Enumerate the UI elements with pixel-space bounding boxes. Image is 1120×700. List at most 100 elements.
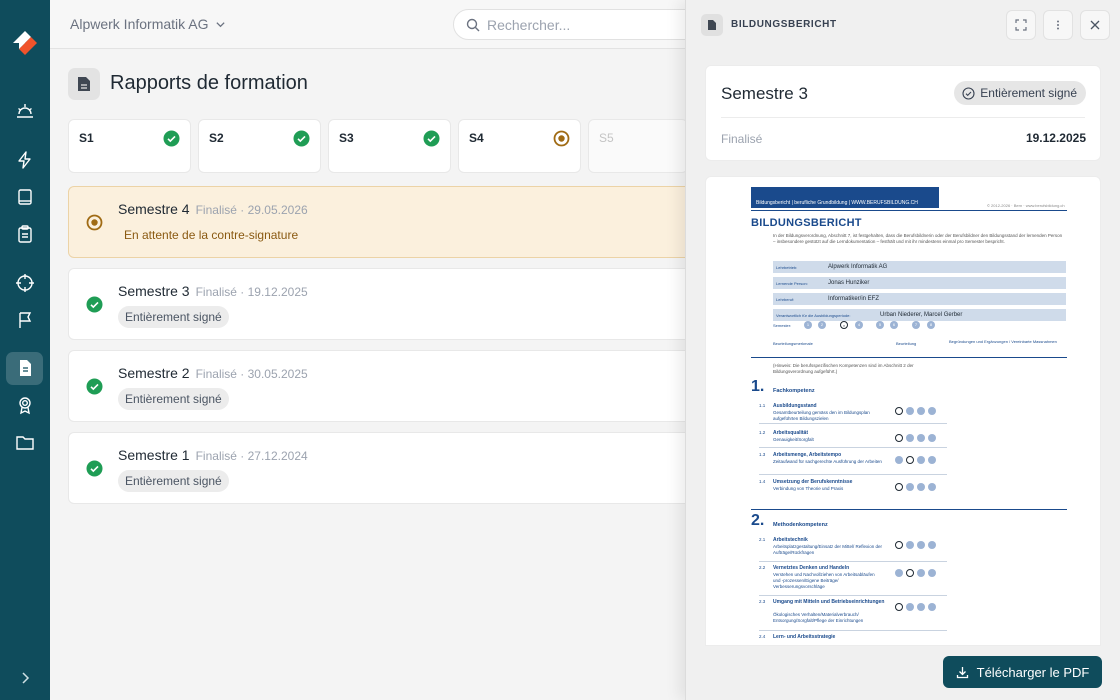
doc-item-title: Arbeitstechnik (773, 537, 808, 543)
award-icon[interactable] (13, 393, 37, 417)
app-logo-icon[interactable] (11, 29, 39, 57)
book-icon[interactable] (13, 185, 37, 209)
doc-column-header: Beurteilung (896, 341, 917, 346)
report-name: Semestre 3 (118, 283, 190, 299)
doc-rule (751, 509, 1067, 510)
tab-s1[interactable]: S1 (68, 119, 191, 173)
tab-s2[interactable]: S2 (198, 119, 321, 173)
doc-item-rule (759, 595, 947, 596)
sunrise-icon[interactable] (13, 99, 37, 123)
drawer-semester: Semestre 3 (721, 84, 808, 103)
target-icon[interactable] (13, 271, 37, 295)
doc-item-sub: Verstehen und Nachvollziehen von Arbeits… (773, 572, 875, 589)
status-badge: Entièrement signé (118, 388, 229, 410)
drawer-icon (701, 14, 723, 36)
expand-button[interactable] (1006, 10, 1036, 40)
doc-field-value: Informatiker/in EFZ (828, 296, 880, 302)
doc-intro: In der Bildungsverordnung, Abschnitt 7, … (773, 233, 1063, 244)
doc-semester-label: Semester: (773, 323, 792, 328)
report-card-semester-2[interactable]: Semestre 2 Finalisé · 30.05.2025 Entièrem… (68, 350, 708, 422)
clipboard-icon[interactable] (13, 222, 37, 246)
doc-item-sub: Genauigkeit/Sorgfalt (773, 437, 814, 442)
pending-circle-icon (86, 214, 103, 231)
report-title: Semestre 4 Finalisé · 29.05.2026 (118, 201, 308, 217)
doc-item-sub: Verbindung von Theorie und Praxis (773, 486, 844, 491)
tab-label: S5 (599, 131, 614, 145)
doc-field-lehrbetrieb: Lehrbetrieb: Alpwerk Informatik AG (773, 261, 1066, 273)
doc-semester-dot: 2 (818, 321, 826, 329)
doc-field-lernende: Lernende Person: Jonas Hunziker (773, 277, 1066, 289)
folder-icon[interactable] (13, 430, 37, 454)
report-status: En attente de la contre-signature (124, 228, 299, 242)
report-card-semester-4[interactable]: Semestre 4 Finalisé · 29.05.2026 En atten… (68, 186, 708, 258)
doc-item-title: Arbeitsqualität (773, 430, 809, 436)
doc-rating (895, 569, 943, 579)
report-drawer: BILDUNGSBERICHT Semestre 3 Entièrement s… (685, 0, 1120, 700)
pdf-preview[interactable]: Bildungsbericht | berufliche Grundbildun… (705, 176, 1101, 646)
org-switcher[interactable]: Alpwerk Informatik AG (70, 16, 226, 32)
more-button[interactable] (1043, 10, 1073, 40)
chevron-right-icon[interactable] (17, 670, 33, 686)
doc-header-bar: Bildungsbericht | berufliche Grundbildun… (751, 187, 939, 208)
doc-rule (751, 357, 1067, 358)
tab-label: S3 (339, 131, 354, 145)
doc-rating (895, 434, 943, 444)
doc-field-label: Lehrbetrieb: (776, 265, 798, 270)
report-meta: Finalisé · 19.12.2025 (195, 285, 308, 299)
document-icon[interactable] (13, 356, 37, 380)
doc-item-number: 2.3 (759, 599, 766, 604)
report-card-semester-1[interactable]: Semestre 1 Finalisé · 27.12.2024 Entièrem… (68, 432, 708, 504)
report-card-semester-3[interactable]: Semestre 3 Finalisé · 19.12.2025 Entièrem… (68, 268, 708, 340)
drawer-title: BILDUNGSBERICHT (731, 19, 837, 30)
doc-semester-dot: 7 (912, 321, 920, 329)
doc-section-title: Methodenkompetenz (773, 522, 828, 528)
tab-label: S4 (469, 131, 484, 145)
check-circle-icon (163, 130, 180, 147)
expand-icon (1015, 19, 1027, 31)
check-circle-icon (86, 378, 103, 395)
doc-rating (895, 456, 943, 466)
download-label: Télécharger le PDF (976, 664, 1090, 680)
document-icon (78, 77, 90, 91)
check-circle-outline-icon (962, 86, 975, 100)
doc-rating (895, 541, 943, 551)
tab-s3[interactable]: S3 (328, 119, 451, 173)
check-circle-icon (423, 130, 440, 147)
tab-s5[interactable]: S5 (588, 119, 688, 173)
doc-item-title: Arbeitsmenge, Arbeitstempo (773, 452, 842, 458)
report-summary-card: Semestre 3 Entièrement signé Finalisé 19… (705, 65, 1101, 161)
org-name: Alpwerk Informatik AG (70, 16, 209, 32)
check-circle-icon (86, 296, 103, 313)
page-title: Rapports de formation (110, 72, 308, 94)
doc-column-header: Beurteilungsmerkmale (773, 341, 813, 346)
doc-field-label: Lernende Person: (776, 281, 808, 286)
doc-item-title: Vernetztes Denken und Handeln (773, 565, 850, 571)
doc-rule (751, 210, 1067, 211)
status-badge: Entièrement signé (118, 470, 229, 492)
doc-item-number: 1.2 (759, 430, 766, 435)
download-icon (956, 666, 968, 678)
doc-field-value: Alpwerk Informatik AG (828, 264, 888, 270)
doc-item-sub: Ökologisches Verhalten/Materialverbrauch… (773, 612, 864, 623)
doc-copyright: © 2012-2026 · Bern · www.berufsbildung.c… (987, 203, 1065, 208)
close-button[interactable] (1080, 10, 1110, 40)
doc-semester-dot-selected: × (840, 321, 848, 329)
doc-item-sub: Arbeitsplatzgestaltung/Einsatz der Mitte… (773, 544, 883, 555)
chevron-down-icon (215, 21, 225, 27)
report-name: Semestre 1 (118, 447, 190, 463)
report-title: Semestre 1 Finalisé · 27.12.2024 (118, 447, 308, 463)
doc-item-rule (759, 447, 947, 448)
report-name: Semestre 2 (118, 365, 190, 381)
doc-item-sub: Zeitaufwand für sachgerechte Ausführung … (773, 459, 882, 464)
doc-item-title: Lern- und Arbeitsstrategie (773, 634, 836, 640)
download-pdf-button[interactable]: Télécharger le PDF (943, 656, 1102, 688)
status-badge: Entièrement signé (118, 306, 229, 328)
doc-semester-dot: 6 (890, 321, 898, 329)
tab-s4[interactable]: S4 (458, 119, 581, 173)
doc-field-value: Jonas Hunziker (828, 280, 870, 286)
doc-item-title: Umsetzung der Berufskenntnisse (773, 479, 853, 485)
close-icon (1090, 20, 1100, 30)
report-title: Semestre 3 Finalisé · 19.12.2025 (118, 283, 308, 299)
lightning-icon[interactable] (13, 148, 37, 172)
flag-icon[interactable] (13, 308, 37, 332)
